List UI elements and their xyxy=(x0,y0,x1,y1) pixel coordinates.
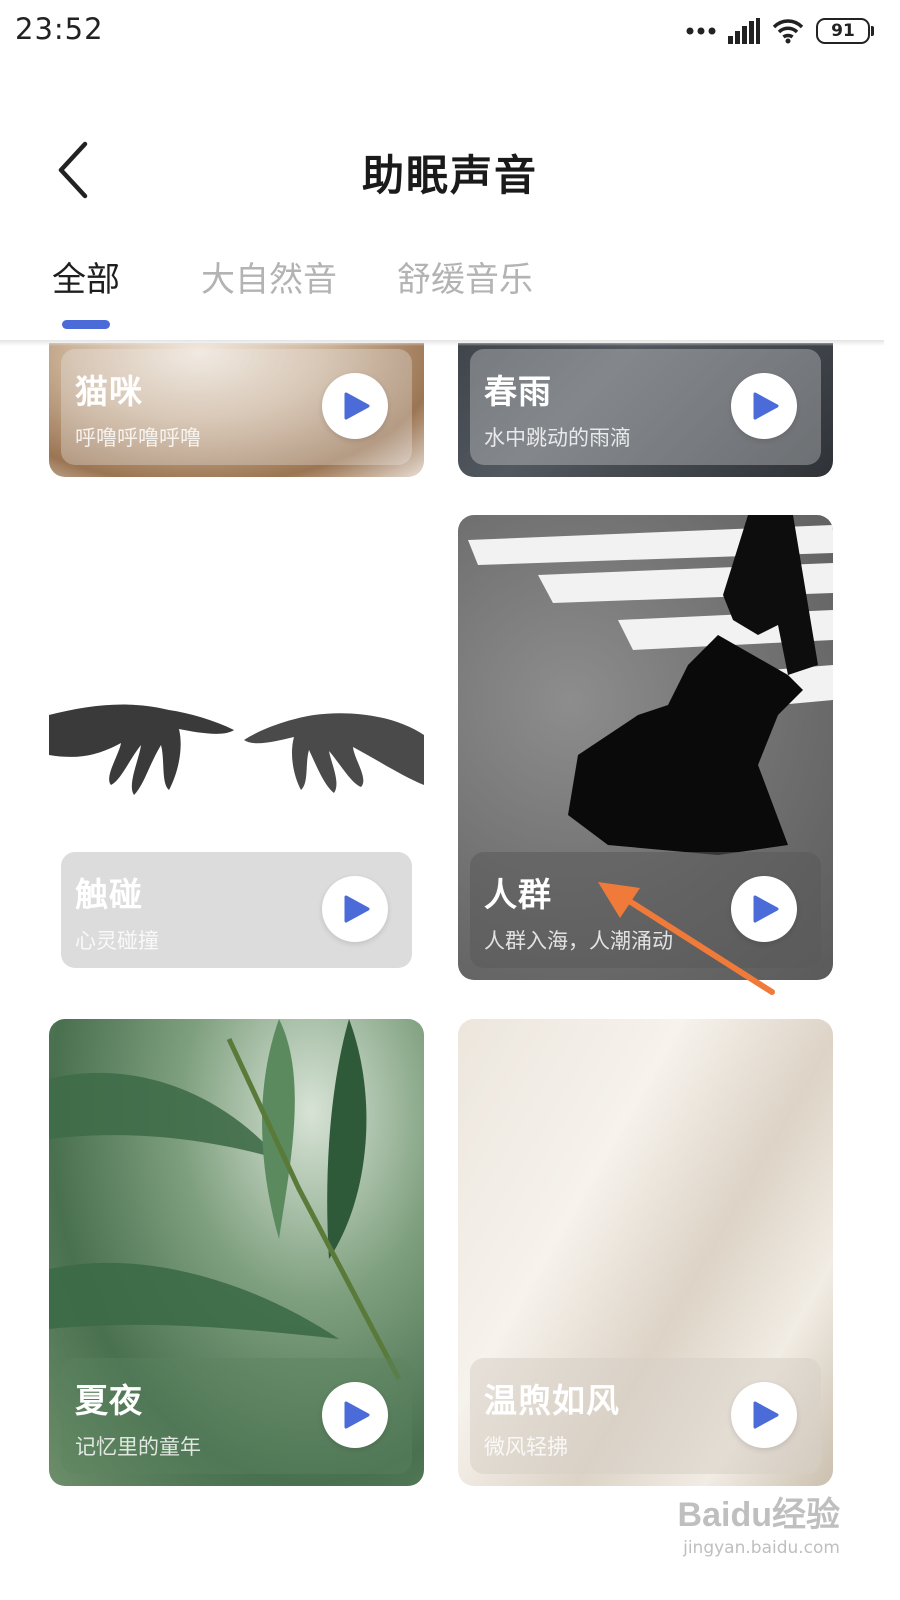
card-title: 猫咪 xyxy=(75,372,143,411)
play-button[interactable] xyxy=(731,1382,797,1448)
page-title: 助眠声音 xyxy=(361,151,538,200)
play-button[interactable] xyxy=(731,373,797,439)
watermark-url: jingyan.baidu.com xyxy=(683,1538,840,1558)
signal-icon xyxy=(728,18,760,44)
tab-soothing-music[interactable]: 舒缓音乐 xyxy=(397,252,533,301)
card-subtitle: 水中跳动的雨滴 xyxy=(484,426,631,450)
card-info-panel: 触碰 心灵碰撞 xyxy=(61,852,412,968)
card-subtitle: 微风轻拂 xyxy=(484,1435,568,1459)
play-icon xyxy=(344,895,370,923)
active-tab-indicator xyxy=(62,320,110,329)
card-info-panel: 夏夜 记忆里的童年 xyxy=(61,1358,412,1474)
status-time: 23:52 xyxy=(15,12,104,46)
play-button[interactable] xyxy=(322,876,388,942)
card-info-panel: 温煦如风 微风轻拂 xyxy=(470,1358,821,1474)
annotation-arrow-icon xyxy=(598,882,775,995)
header: 助眠声音 xyxy=(0,110,900,230)
wifi-icon xyxy=(772,19,804,44)
play-button[interactable] xyxy=(322,1382,388,1448)
play-icon xyxy=(344,1401,370,1429)
play-icon xyxy=(753,392,779,420)
sound-card-touch[interactable]: 触碰 心灵碰撞 xyxy=(49,515,424,980)
card-info-panel: 春雨 水中跳动的雨滴 xyxy=(470,349,821,465)
card-title: 春雨 xyxy=(484,372,552,411)
header-divider xyxy=(0,340,884,346)
status-bar: 23:52 91 xyxy=(0,0,900,64)
status-icons: 91 xyxy=(686,16,874,46)
card-title: 触碰 xyxy=(75,875,143,914)
card-subtitle: 心灵碰撞 xyxy=(75,929,159,953)
dots-icon xyxy=(686,27,716,35)
card-subtitle: 呼噜呼噜呼噜 xyxy=(75,426,201,450)
play-icon xyxy=(344,392,370,420)
battery-icon: 91 xyxy=(816,18,874,44)
page: 猫咪 呼噜呼噜呼噜 春雨 水中跳动的雨滴 触碰 心灵碰撞 人群 人群入海，人潮涌… xyxy=(0,0,900,1600)
tab-all[interactable]: 全部 xyxy=(52,252,120,301)
card-title: 温煦如风 xyxy=(484,1381,620,1420)
card-title: 人群 xyxy=(484,875,552,914)
watermark-logo: Baidu经验 xyxy=(677,1496,840,1534)
sound-card-warm-breeze[interactable]: 温煦如风 微风轻拂 xyxy=(458,1019,833,1486)
play-icon xyxy=(753,1401,779,1429)
tab-nature-sounds[interactable]: 大自然音 xyxy=(201,252,337,301)
card-subtitle: 记忆里的童年 xyxy=(75,1435,201,1459)
sound-card-summer-night[interactable]: 夏夜 记忆里的童年 xyxy=(49,1019,424,1486)
card-title: 夏夜 xyxy=(75,1381,143,1420)
card-info-panel: 猫咪 呼噜呼噜呼噜 xyxy=(61,349,412,465)
watermark: Baidu经验 jingyan.baidu.com xyxy=(678,1487,840,1558)
play-button[interactable] xyxy=(322,373,388,439)
